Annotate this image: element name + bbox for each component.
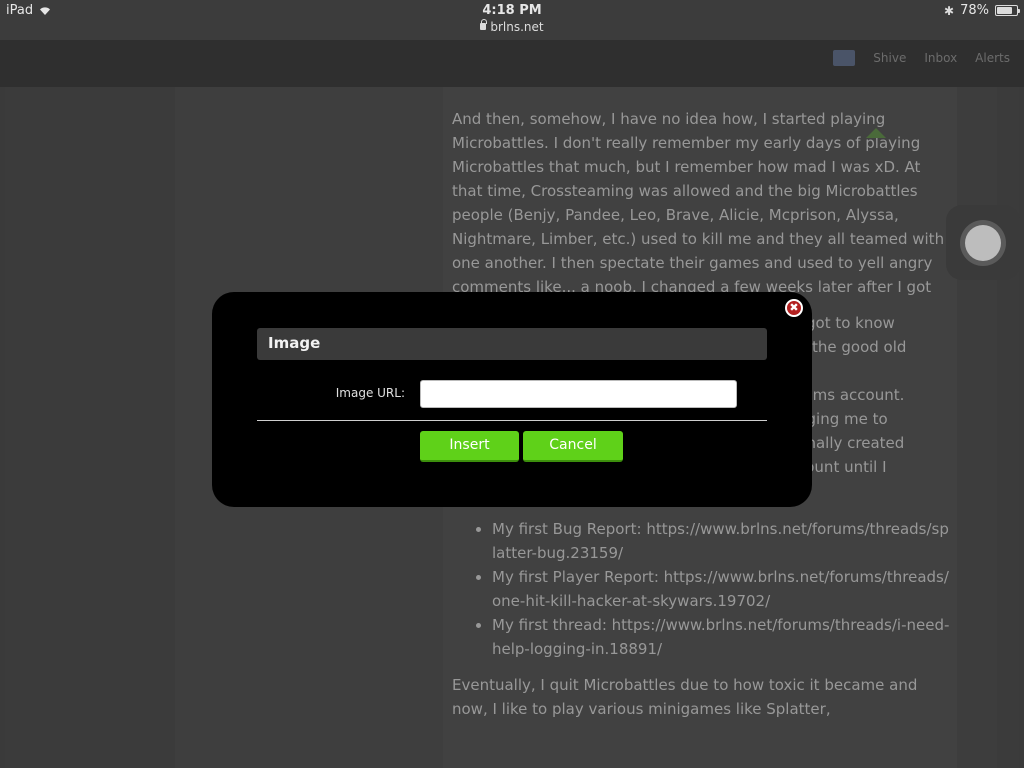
lock-icon bbox=[480, 19, 488, 30]
clock: 4:18 PM bbox=[482, 3, 542, 18]
site-navigation: Shive Inbox Alerts bbox=[0, 40, 1024, 87]
dialog-title: Image bbox=[268, 334, 321, 352]
dialog-divider bbox=[257, 420, 767, 421]
arrow-up-icon[interactable] bbox=[866, 128, 886, 138]
post-paragraph: Eventually, I quit Microbattles due to h… bbox=[452, 676, 918, 718]
right-column bbox=[957, 87, 997, 768]
image-url-input[interactable] bbox=[420, 380, 737, 408]
nav-item-alerts[interactable]: Alerts bbox=[975, 51, 1010, 65]
assistive-touch-ring bbox=[960, 220, 1006, 266]
assistive-touch-dot bbox=[965, 225, 1001, 261]
battery-icon bbox=[995, 5, 1020, 16]
list-item: My first thread: https://www.brlns.net/f… bbox=[492, 613, 952, 661]
nav-item-inbox[interactable]: Inbox bbox=[924, 51, 957, 65]
battery-fill bbox=[997, 7, 1012, 14]
user-nav: Shive Inbox Alerts bbox=[833, 50, 1010, 66]
list-item-label: My first thread: bbox=[492, 616, 607, 634]
bluetooth-icon: ✱ bbox=[944, 3, 955, 18]
status-right: ✱ 78% bbox=[944, 3, 1020, 18]
image-url-label: Image URL: bbox=[335, 386, 405, 400]
battery-percent: 78% bbox=[960, 3, 989, 18]
list-item-label: My first Bug Report: bbox=[492, 520, 642, 538]
list-item-label: My first Player Report: bbox=[492, 568, 659, 586]
image-dialog: Image Image URL: Insert Cancel bbox=[212, 292, 812, 507]
address-bar[interactable]: brlns.net bbox=[0, 19, 1024, 34]
insert-button[interactable]: Insert bbox=[420, 431, 519, 462]
avatar[interactable] bbox=[833, 50, 856, 66]
close-icon[interactable]: ✖ bbox=[785, 299, 803, 317]
cancel-button[interactable]: Cancel bbox=[523, 431, 623, 462]
list-item: My first Player Report: https://www.brln… bbox=[492, 565, 952, 613]
dialog-title-bar: Image bbox=[257, 328, 767, 360]
ios-status-bar: iPad 4:18 PM brlns.net ✱ 78% bbox=[0, 0, 1024, 40]
address-url: brlns.net bbox=[490, 20, 544, 34]
post-list: My first Bug Report: https://www.brlns.n… bbox=[492, 517, 952, 661]
list-item: My first Bug Report: https://www.brlns.n… bbox=[492, 517, 952, 565]
nav-item-username[interactable]: Shive bbox=[873, 51, 906, 65]
assistive-touch-button[interactable] bbox=[946, 205, 1020, 280]
